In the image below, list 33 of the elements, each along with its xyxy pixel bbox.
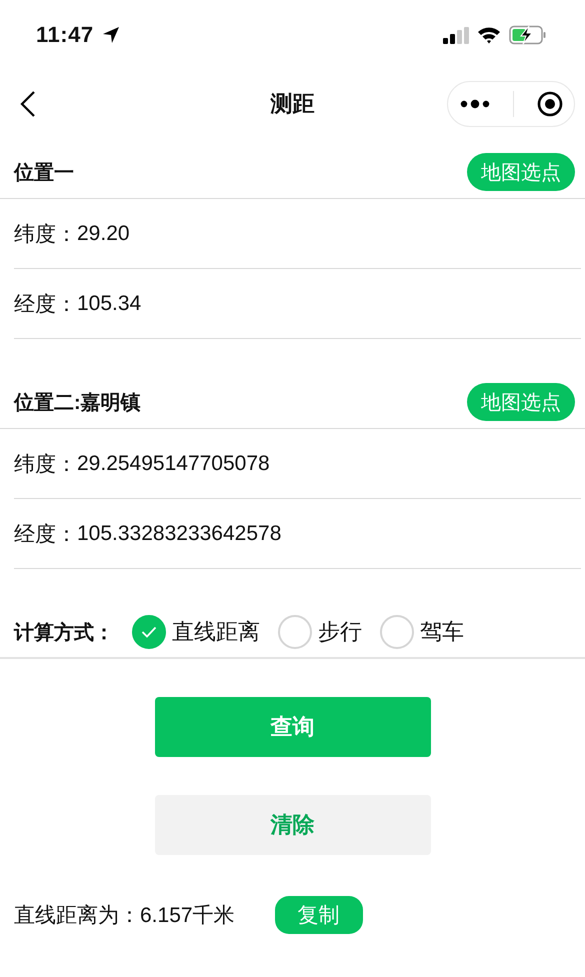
- clear-button[interactable]: 清除: [154, 795, 430, 855]
- map-pick-button[interactable]: 地图选点: [467, 153, 575, 191]
- query-button[interactable]: 查询: [154, 697, 430, 757]
- field-value: 105.34: [77, 292, 142, 316]
- radio-label[interactable]: 直线距离: [172, 617, 260, 647]
- wifi-icon: [477, 26, 501, 44]
- copy-button[interactable]: 复制: [274, 896, 363, 934]
- section-title: 位置二:嘉明镇: [14, 390, 141, 416]
- location-arrow-icon: [102, 26, 120, 44]
- distance-result: 直线距离为：6.157千米: [14, 903, 235, 929]
- check-icon: [141, 626, 157, 638]
- field-value: 29.20: [77, 222, 130, 246]
- page-title: 测距: [270, 90, 314, 118]
- field-value: 105.33283233642578: [77, 522, 282, 546]
- radio-button[interactable]: [132, 615, 166, 649]
- radio-button[interactable]: [380, 615, 414, 649]
- field-label: 经度：: [14, 522, 77, 548]
- close-target-icon[interactable]: [536, 91, 562, 117]
- field-label: 纬度：: [14, 452, 77, 478]
- signal-icon: [443, 26, 469, 44]
- radio-label[interactable]: 步行: [318, 617, 362, 647]
- mode-label: 计算方式：: [14, 620, 114, 646]
- field-value: 29.25495147705078: [77, 452, 270, 476]
- section-title: 位置一: [14, 160, 74, 186]
- status-time: 11:47: [36, 22, 94, 48]
- field-label: 经度：: [14, 292, 77, 318]
- map-pick-button[interactable]: 地图选点: [467, 383, 575, 421]
- radio-button[interactable]: [278, 615, 312, 649]
- field-label: 纬度：: [14, 222, 77, 248]
- back-icon[interactable]: [20, 90, 36, 118]
- more-icon[interactable]: [460, 99, 490, 109]
- battery-charging-icon: [509, 25, 547, 45]
- radio-label[interactable]: 驾车: [420, 617, 464, 647]
